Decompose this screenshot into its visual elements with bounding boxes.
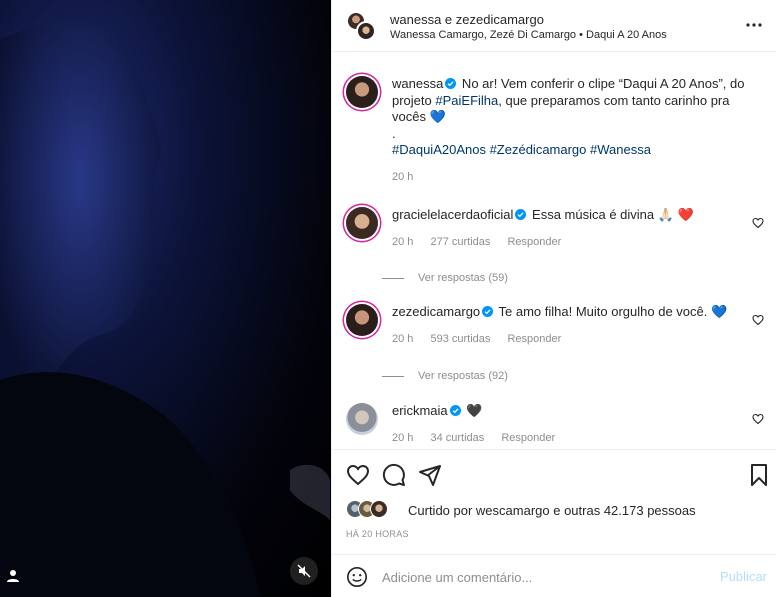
caption-dot: . <box>392 125 396 141</box>
comment-time[interactable]: 20 h <box>392 432 413 444</box>
comment-likes[interactable]: 34 curtidas <box>430 432 484 444</box>
comment-meta: 20 h 277 curtidas Responder <box>392 234 762 251</box>
publish-button[interactable]: Publicar <box>720 569 767 584</box>
view-replies-label[interactable]: Ver respostas (59) <box>418 272 508 284</box>
post-actions: Curtido por wescamargo e outras 42.173 p… <box>332 449 776 554</box>
view-replies[interactable]: Ver respostas (92) <box>382 370 508 382</box>
verified-icon <box>449 405 461 416</box>
verified-icon <box>482 306 494 317</box>
caption-emoji: 💙 <box>429 109 446 124</box>
verified-icon <box>445 78 457 89</box>
share-icon[interactable] <box>418 463 442 487</box>
caption-username[interactable]: wanessa <box>392 76 443 91</box>
avatar[interactable] <box>346 207 378 239</box>
comment-icon[interactable] <box>382 463 406 487</box>
comment-likes[interactable]: 277 curtidas <box>430 236 490 248</box>
mute-icon <box>297 564 311 578</box>
replies-divider <box>382 375 404 377</box>
video-player[interactable] <box>0 0 331 597</box>
caption-time[interactable]: 20 h <box>392 171 413 183</box>
caption-hashtags[interactable]: #DaquiA20Anos #Zezédicamargo #Wanessa <box>392 142 762 159</box>
comment-username[interactable]: gracielelacerdaoficial <box>392 207 513 222</box>
avatar <box>370 500 388 518</box>
reply-button[interactable]: Responder <box>501 432 555 444</box>
post-authors[interactable]: wanessa e zezedicamargo <box>390 12 544 27</box>
verified-icon <box>515 209 527 220</box>
comment-time[interactable]: 20 h <box>392 236 413 248</box>
avatar[interactable] <box>356 21 376 41</box>
view-replies-label[interactable]: Ver respostas (92) <box>418 370 508 382</box>
post-audio-info[interactable]: Wanessa Camargo, Zezé Di Camargo • Daqui… <box>390 29 667 41</box>
header-avatars[interactable] <box>346 11 378 43</box>
heart-icon[interactable] <box>752 413 764 425</box>
replies-divider <box>382 277 404 279</box>
caption-meta: 20 h <box>392 169 762 186</box>
reply-button[interactable]: Responder <box>507 236 561 248</box>
emoji-icon[interactable] <box>346 566 368 588</box>
comment-meta: 20 h 34 curtidas Responder <box>392 430 762 447</box>
post-panel: wanessa e zezedicamargo Wanessa Camargo,… <box>331 0 776 597</box>
post-timestamp[interactable]: HÁ 20 HORAS <box>346 529 409 539</box>
mute-button[interactable] <box>290 557 318 585</box>
add-comment-bar: Publicar <box>332 554 776 597</box>
comment-username[interactable]: erickmaia <box>392 403 448 418</box>
comment-text: Te amo filha! Muito orgulho de você. <box>495 304 711 319</box>
hashtag-link[interactable]: #PaiEFilha <box>435 93 498 108</box>
comment-emoji: 🙏🏻 ❤️ <box>657 207 694 222</box>
user-tag-icon[interactable] <box>4 567 22 585</box>
comment-text: Essa música é divina <box>528 207 658 222</box>
heart-icon[interactable] <box>752 217 764 229</box>
comment-time[interactable]: 20 h <box>392 333 413 345</box>
comment-meta: 20 h 593 curtidas Responder <box>392 331 762 348</box>
comment-input[interactable] <box>382 565 702 589</box>
save-icon[interactable] <box>747 463 771 487</box>
comment-username[interactable]: zezedicamargo <box>392 304 480 319</box>
comment-likes[interactable]: 593 curtidas <box>430 333 490 345</box>
liked-by-suffix[interactable]: e outras 42.173 pessoas <box>550 503 695 518</box>
avatar[interactable] <box>346 304 378 336</box>
video-frame <box>0 21 330 597</box>
avatar[interactable] <box>346 76 378 108</box>
avatar[interactable] <box>346 403 378 435</box>
comments-list[interactable]: wanessa No ar! Vem conferir o clipe “Daq… <box>332 53 776 448</box>
liked-by-user[interactable]: wescamargo <box>476 503 550 518</box>
liked-by-prefix: Curtido por <box>408 503 476 518</box>
heart-icon[interactable] <box>752 314 764 326</box>
more-icon[interactable] <box>745 16 763 34</box>
post-header: wanessa e zezedicamargo Wanessa Camargo,… <box>332 0 776 52</box>
reply-button[interactable]: Responder <box>507 333 561 345</box>
heart-icon[interactable] <box>346 463 370 487</box>
comment-emoji: 💙 <box>710 304 728 319</box>
comment-emoji: 🖤 <box>466 403 483 418</box>
view-replies[interactable]: Ver respostas (59) <box>382 272 508 284</box>
